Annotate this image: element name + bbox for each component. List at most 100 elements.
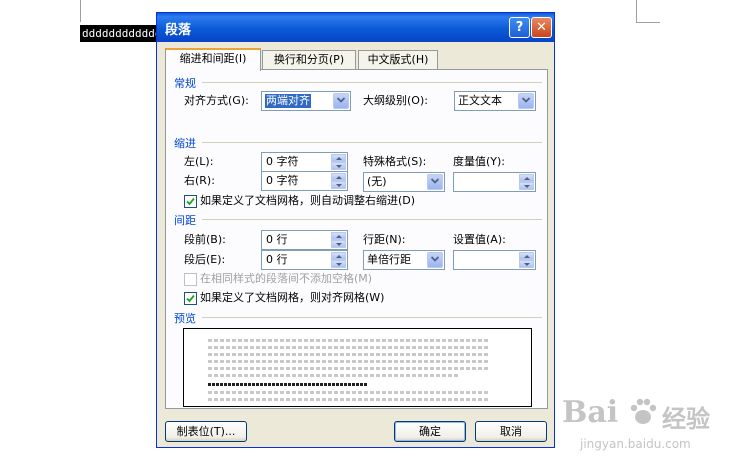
spin-down-button[interactable]	[331, 240, 346, 248]
dropdown-arrow[interactable]	[333, 93, 349, 109]
page-corner-mark-right-h	[636, 22, 660, 23]
space-after-label: 段后(E):	[184, 253, 226, 266]
space-before-value: 0 行	[266, 233, 288, 246]
help-button[interactable]: ?	[509, 17, 530, 38]
ok-button-label: 确定	[419, 425, 441, 438]
dialog-title: 段落	[165, 23, 192, 38]
line-spacing-label: 行距(N):	[363, 233, 406, 246]
chevron-down-icon	[337, 97, 345, 103]
indent-left-value: 0 字符	[266, 155, 299, 168]
group-title-general: 常规	[174, 77, 196, 90]
preview-next-paragraph	[208, 391, 488, 394]
arrow-down-icon	[524, 263, 530, 266]
indent-by-spinner[interactable]	[453, 172, 536, 192]
indent-right-label: 右(R):	[184, 174, 215, 187]
spin-up-button[interactable]	[519, 252, 534, 260]
snap-grid-checkbox[interactable]	[184, 292, 197, 305]
line-spacing-dropdown[interactable]: 单倍行距	[363, 250, 445, 270]
tab-indents-spacing[interactable]: 缩进和间距(I)	[165, 48, 261, 71]
indent-by-label: 度量值(Y):	[453, 155, 506, 168]
special-indent-value: (无)	[367, 175, 387, 188]
special-indent-dropdown[interactable]: (无)	[363, 172, 445, 192]
arrow-down-icon	[336, 184, 342, 187]
arrow-up-icon	[336, 176, 342, 179]
arrow-up-icon	[336, 255, 342, 258]
spin-down-button[interactable]	[519, 182, 534, 190]
watermark-brand: Bai	[562, 395, 619, 430]
spin-down-button[interactable]	[331, 162, 346, 170]
document-selected-text[interactable]: dddddddddddd	[80, 25, 164, 42]
chevron-down-icon	[431, 256, 439, 262]
line-spacing-value: 单倍行距	[367, 253, 411, 266]
paw-icon	[630, 398, 657, 424]
arrow-up-icon	[524, 255, 530, 258]
space-after-value: 0 行	[266, 253, 288, 266]
spin-down-button[interactable]	[331, 260, 346, 268]
preview-previous-paragraph	[208, 339, 488, 342]
preview-previous-paragraph	[208, 374, 458, 377]
group-divider	[202, 219, 542, 220]
indent-left-label: 左(L):	[184, 155, 214, 168]
special-indent-label: 特殊格式(S):	[363, 155, 427, 168]
auto-adjust-checkbox[interactable]	[184, 195, 197, 208]
spin-up-button[interactable]	[331, 252, 346, 260]
baidu-jingyan-watermark: Bai 经验 jingyan.baidu.com	[562, 393, 727, 455]
space-before-spinner[interactable]: 0 行	[261, 230, 348, 250]
tab-label: 中文版式(H)	[367, 53, 429, 66]
group-divider	[202, 82, 542, 83]
outline-level-label: 大纲级别(O):	[363, 94, 428, 107]
arrow-up-icon	[524, 177, 530, 180]
tab-label: 缩进和间距(I)	[179, 52, 247, 65]
outline-level-value: 正文文本	[458, 94, 502, 107]
preview-previous-paragraph	[208, 346, 488, 349]
spin-up-button[interactable]	[331, 154, 346, 162]
tabs-button[interactable]: 制表位(T)...	[165, 421, 247, 442]
no-space-same-style-checkbox	[184, 273, 197, 286]
spin-down-button[interactable]	[519, 260, 534, 268]
preview-previous-paragraph	[208, 353, 488, 356]
no-space-same-style-label: 在相同样式的段落间不添加空格(M)	[200, 272, 373, 285]
arrow-up-icon	[336, 157, 342, 160]
arrow-down-icon	[524, 185, 530, 188]
close-button[interactable]: ✕	[531, 17, 552, 38]
spin-down-button[interactable]	[331, 181, 346, 189]
indent-right-spinner[interactable]: 0 字符	[261, 171, 348, 191]
tab-line-page-breaks[interactable]: 换行和分页(P)	[262, 50, 356, 70]
auto-adjust-label[interactable]: 如果定义了文档网格，则自动调整右缩进(D)	[200, 193, 415, 209]
checkmark-icon	[186, 294, 195, 303]
arrow-up-icon	[336, 235, 342, 238]
tab-panel: 常规 对齐方式(G): 两端对齐 大纲级别(O): 正文文本 缩进 左(L): …	[165, 69, 548, 409]
indent-left-spinner[interactable]: 0 字符	[261, 152, 348, 172]
preview-next-paragraph	[208, 398, 488, 401]
space-before-label: 段前(B):	[184, 233, 226, 246]
outline-level-dropdown[interactable]: 正文文本	[454, 91, 536, 111]
group-title-preview: 预览	[174, 312, 196, 325]
spin-up-button[interactable]	[331, 232, 346, 240]
page-corner-mark-left	[80, 0, 81, 22]
tab-asian-typography[interactable]: 中文版式(H)	[358, 50, 438, 70]
line-spacing-at-spinner[interactable]	[453, 250, 536, 270]
cancel-button[interactable]: 取消	[475, 421, 547, 442]
dropdown-arrow[interactable]	[427, 252, 443, 268]
group-divider	[202, 317, 542, 318]
ok-button[interactable]: 确定	[394, 421, 466, 442]
group-title-indent: 缩进	[174, 137, 196, 150]
snap-grid-label[interactable]: 如果定义了文档网格，则对齐网格(W)	[200, 290, 384, 306]
spin-up-button[interactable]	[519, 174, 534, 182]
cancel-button-label: 取消	[500, 425, 522, 438]
watermark-brand-suffix: 经验	[662, 405, 710, 433]
indent-right-value: 0 字符	[266, 174, 299, 187]
spin-up-button[interactable]	[331, 173, 346, 181]
arrow-down-icon	[336, 243, 342, 246]
alignment-label: 对齐方式(G):	[184, 94, 249, 107]
dropdown-arrow[interactable]	[427, 174, 443, 190]
arrow-down-icon	[336, 263, 342, 266]
preview-previous-paragraph	[208, 367, 488, 370]
arrow-down-icon	[336, 165, 342, 168]
chevron-down-icon	[431, 178, 439, 184]
space-after-spinner[interactable]: 0 行	[261, 250, 348, 270]
alignment-dropdown[interactable]: 两端对齐	[261, 91, 351, 111]
dropdown-arrow[interactable]	[518, 93, 534, 109]
dialog-titlebar[interactable]: 段落 ? ✕	[157, 13, 554, 42]
help-icon: ?	[515, 20, 524, 35]
